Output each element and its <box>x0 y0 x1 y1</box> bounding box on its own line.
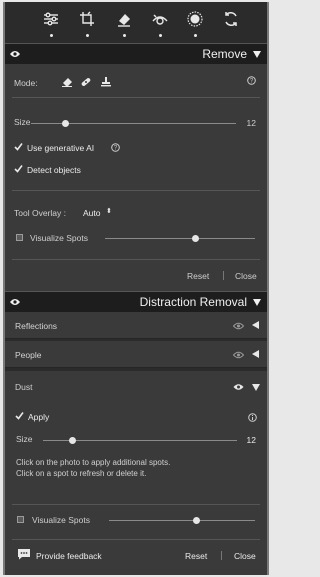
remove-header[interactable]: Remove <box>5 43 267 64</box>
dust-section: Dust Apply Size 12 Click on the photo to… <box>5 371 267 575</box>
expand-icon[interactable] <box>252 350 259 358</box>
dust-instructions: Click on the photo to apply additional s… <box>16 458 171 478</box>
distraction-removal-title: Distraction Removal <box>139 295 247 309</box>
use-generative-ai-label[interactable]: Use generative AI <box>27 143 94 153</box>
eye-icon[interactable] <box>233 351 244 359</box>
visualize-spots-checkbox[interactable] <box>16 234 23 241</box>
feedback-icon[interactable] <box>17 548 31 560</box>
visualize-slider-knob[interactable] <box>193 517 201 524</box>
visualize-slider-track[interactable] <box>109 520 255 521</box>
size-label: Size <box>14 117 31 127</box>
divider <box>12 97 260 98</box>
divider <box>12 259 260 260</box>
distraction-removal-header[interactable]: Distraction Removal <box>5 291 267 312</box>
mode-label: Mode: <box>14 78 38 88</box>
people-label: People <box>15 350 42 360</box>
reset-button[interactable]: Reset <box>187 271 209 281</box>
tool-indicator-dot <box>159 34 162 37</box>
reflections-label: Reflections <box>15 321 58 331</box>
visualize-slider-track[interactable] <box>105 238 255 239</box>
tool-indicator-dot <box>123 34 126 37</box>
visualize-spots-label: Visualize Spots <box>30 233 88 243</box>
separator <box>221 551 222 560</box>
expand-icon[interactable] <box>252 321 259 329</box>
size-value: 12 <box>246 118 256 128</box>
eye-retouch-icon[interactable] <box>151 10 169 28</box>
divider <box>12 190 260 191</box>
tool-indicator-dot <box>50 34 53 37</box>
remove-panel: Mode: ? Size 12 Use generative AI ? Dete… <box>5 64 267 291</box>
info-icon[interactable]: ? <box>111 143 120 152</box>
tool-strip <box>5 2 267 43</box>
dust-size-label: Size <box>16 434 33 444</box>
dust-size-value: 12 <box>246 435 256 445</box>
separator <box>223 271 224 280</box>
reflections-section[interactable]: Reflections <box>5 312 267 339</box>
dropdown-arrows-icon[interactable]: ⬍ <box>106 207 112 215</box>
visualize-spots-label: Visualize Spots <box>32 515 90 525</box>
dust-size-slider-knob[interactable] <box>68 437 76 444</box>
eye-icon[interactable] <box>10 50 20 58</box>
detect-objects-label[interactable]: Detect objects <box>27 165 81 175</box>
eye-icon[interactable] <box>233 322 244 330</box>
provide-feedback-link[interactable]: Provide feedback <box>36 551 102 561</box>
divider <box>12 539 260 540</box>
help-icon[interactable]: ? <box>247 76 256 85</box>
collapse-icon[interactable] <box>252 384 260 391</box>
visualize-spots-checkbox[interactable] <box>17 516 24 523</box>
eraser-icon[interactable] <box>115 10 133 28</box>
size-slider-knob[interactable] <box>62 120 70 127</box>
remove-title: Remove <box>202 47 247 61</box>
masking-icon[interactable] <box>186 10 204 28</box>
edit-panel: Remove Mode: ? Size 12 Use generative AI… <box>3 2 269 575</box>
use-generative-ai-checkbox[interactable] <box>14 142 23 151</box>
people-section[interactable]: People <box>5 341 267 368</box>
healing-brush-icon[interactable] <box>80 76 92 87</box>
visualize-slider-knob[interactable] <box>191 235 199 242</box>
close-button[interactable]: Close <box>234 551 256 561</box>
info-icon[interactable] <box>248 413 257 422</box>
tool-overlay-label: Tool Overlay : <box>14 208 66 218</box>
crop-icon[interactable] <box>78 10 96 28</box>
sliders-icon[interactable] <box>42 10 60 28</box>
tool-indicator-dot <box>194 34 197 37</box>
reset-button[interactable]: Reset <box>185 551 207 561</box>
eye-icon[interactable] <box>233 383 244 391</box>
collapse-icon[interactable] <box>253 51 261 58</box>
eraser-mode-icon[interactable] <box>61 76 73 87</box>
presets-icon[interactable] <box>222 10 240 28</box>
collapse-icon[interactable] <box>253 299 261 306</box>
tool-overlay-dropdown[interactable]: Auto <box>83 208 101 218</box>
close-button[interactable]: Close <box>235 271 257 281</box>
tool-indicator-dot <box>86 34 89 37</box>
apply-label[interactable]: Apply <box>28 412 49 422</box>
clone-stamp-icon[interactable] <box>100 76 112 87</box>
divider <box>12 504 260 505</box>
eye-icon[interactable] <box>10 298 20 306</box>
apply-checkbox[interactable] <box>15 411 24 420</box>
detect-objects-checkbox[interactable] <box>14 164 23 173</box>
dust-label: Dust <box>15 382 33 392</box>
